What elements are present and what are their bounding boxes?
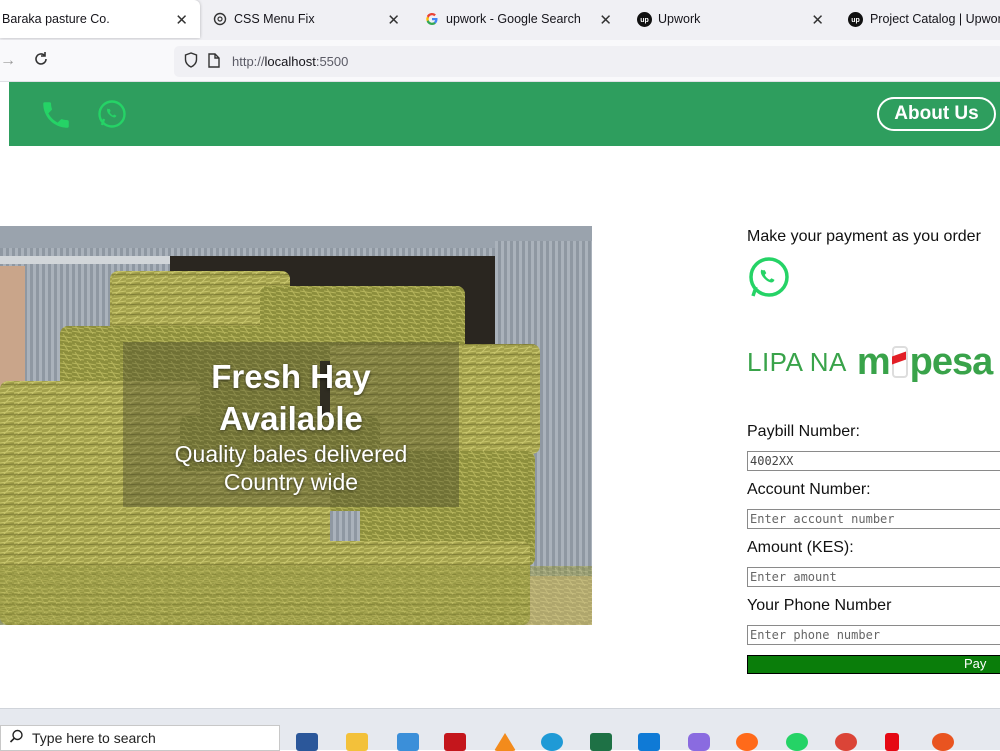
svg-text:up: up [640,17,649,24]
phone-icon[interactable] [39,97,73,138]
vlc-icon[interactable] [494,733,516,751]
hero-title-line-2: Available [219,400,363,437]
browser-navbar: → http://localhost:5500 [0,40,1000,82]
tab-title: upwork - Google Search [446,12,581,26]
hero-title-line-1: Fresh Hay [211,358,371,395]
paybill-field[interactable] [747,451,1000,471]
ubuntu-icon[interactable] [932,733,954,751]
pay-now-button[interactable]: Pay No [747,655,1000,686]
shield-icon[interactable] [184,52,198,71]
search-icon [9,729,24,747]
vscode-icon[interactable] [638,733,660,751]
tab-google-search[interactable]: upwork - Google Search ✕ [424,0,624,38]
taskbar: Type here to search [0,708,1000,751]
tab-title: CSS Menu Fix [234,12,315,26]
page-icon[interactable] [208,52,220,71]
amount-field[interactable] [747,567,1000,587]
file-explorer-icon[interactable] [346,733,368,751]
phone-field[interactable] [747,625,1000,645]
tab-title: Upwork [658,12,701,26]
tab-project-catalog[interactable]: up Project Catalog | Upwork [848,0,1000,38]
mpesa-logo-text-left: LIPA NA [747,346,847,377]
payment-heading: Make your payment as you order [747,228,981,245]
hero-text-block: Fresh Hay Available Quality bales delive… [123,356,459,496]
whatsapp-icon[interactable] [747,256,791,305]
tab-title: Project Catalog | Upwork [869,12,1000,26]
edge-icon[interactable] [541,733,563,751]
url-bar[interactable]: http://localhost:5500 [174,46,1000,77]
browser-tab-strip: Baraka pasture Co. ✕ CSS Menu Fix ✕ upwo… [0,0,1000,40]
whatsapp-icon[interactable] [97,99,127,134]
pdf-reader-icon[interactable] [444,733,466,751]
close-tab-icon[interactable]: ✕ [387,11,400,29]
copilot-icon[interactable] [688,733,710,751]
url-port: :5500 [315,54,349,69]
upwork-icon: up [636,11,652,27]
site-header: About Us [9,82,1000,146]
taskbar-search[interactable]: Type here to search [0,725,280,751]
whatsapp-taskbar-icon[interactable] [786,733,808,751]
mpesa-logo-text-m: m [856,340,891,383]
paybill-label: Paybill Number: [747,423,860,440]
svg-text:up: up [852,17,861,24]
tab-title: Baraka pasture Co. [2,12,110,26]
excel-icon[interactable] [590,733,612,751]
word-icon[interactable] [296,733,318,751]
forward-icon[interactable]: → [0,52,16,70]
amount-label: Amount (KES): [747,539,854,556]
chatgpt-icon [212,11,228,27]
account-label: Account Number: [747,481,871,498]
netflix-icon[interactable] [885,733,899,751]
phone-mark-icon [891,346,908,378]
tab-css-menu-fix[interactable]: CSS Menu Fix ✕ [212,0,412,38]
upwork-icon: up [848,11,864,27]
about-us-button[interactable]: About Us [877,97,996,131]
google-icon [424,11,440,27]
mpesa-logo-text-right: pesa [909,340,994,383]
close-tab-icon[interactable]: ✕ [811,11,824,29]
phone-label: Your Phone Number [747,597,892,614]
chrome-icon[interactable] [835,733,857,751]
hero-subtitle-line-2: Country wide [223,469,359,495]
firefox-icon[interactable] [736,733,758,751]
reload-icon[interactable] [32,50,50,73]
url-host: localhost [264,54,316,69]
tab-baraka-pasture[interactable]: Baraka pasture Co. ✕ [0,0,200,38]
store-icon[interactable] [397,733,419,751]
tab-upwork[interactable]: up Upwork ✕ [636,0,836,38]
search-placeholder: Type here to search [32,730,156,746]
account-field[interactable] [747,509,1000,529]
mpesa-logo: LIPA NA m pesa [747,340,1000,384]
close-tab-icon[interactable]: ✕ [175,11,188,29]
url-prefix: http:// [232,54,265,69]
hero-subtitle-line-1: Quality bales delivered [174,441,408,467]
close-tab-icon[interactable]: ✕ [599,11,612,29]
hero-banner: Fresh Hay Available Quality bales delive… [0,226,592,625]
